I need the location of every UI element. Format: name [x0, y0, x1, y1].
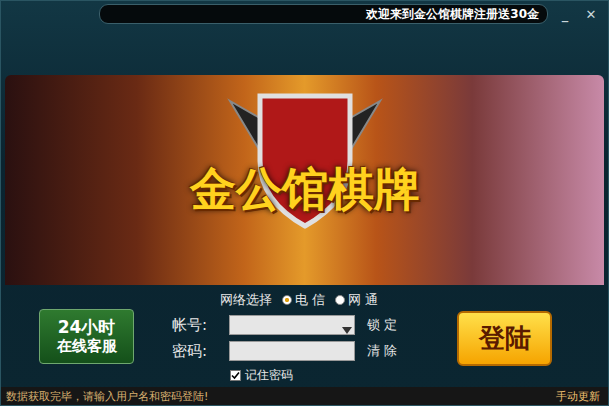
dropdown-arrow-icon[interactable] — [342, 322, 352, 337]
field-row: 密码:清 除 — [172, 341, 397, 361]
remember-checkbox[interactable]: 记住密码 — [172, 367, 397, 384]
network-select: 网络选择电 信网 通 — [172, 291, 397, 309]
logo: 金公馆棋牌 — [190, 159, 420, 221]
field-action[interactable]: 清 除 — [367, 342, 397, 360]
network-option[interactable]: 电 信 — [282, 291, 325, 309]
login-window: 欢迎来到金公馆棋牌注册送30金_✕金公馆棋牌24小时在线客服网络选择电 信网 通… — [0, 0, 609, 406]
text-field[interactable] — [229, 315, 355, 335]
status-bar: 数据获取完毕，请输入用户名和密码登陆!手动更新 — [1, 387, 608, 405]
title-bar: 欢迎来到金公馆棋牌注册送30金 _ ✕ — [1, 1, 608, 27]
checkbox-icon — [230, 370, 241, 381]
field-action[interactable]: 锁 定 — [367, 316, 397, 334]
login-button[interactable]: 登陆 — [457, 311, 552, 366]
login-form: 网络选择电 信网 通帐号:锁 定密码:清 除记住密码 — [172, 291, 397, 384]
update-link[interactable]: 手动更新 — [556, 389, 600, 404]
network-option[interactable]: 网 通 — [335, 291, 378, 309]
support-button[interactable]: 24小时在线客服 — [39, 309, 134, 364]
minimize-button[interactable]: _ — [556, 7, 574, 22]
text-field[interactable] — [229, 341, 355, 361]
radio-icon — [335, 295, 345, 305]
radio-icon — [282, 295, 292, 305]
close-button[interactable]: ✕ — [582, 7, 600, 22]
banner-photo: 金公馆棋牌 — [5, 75, 604, 285]
field-row: 帐号:锁 定 — [172, 315, 397, 335]
window-title: 欢迎来到金公馆棋牌注册送30金 — [99, 4, 548, 24]
